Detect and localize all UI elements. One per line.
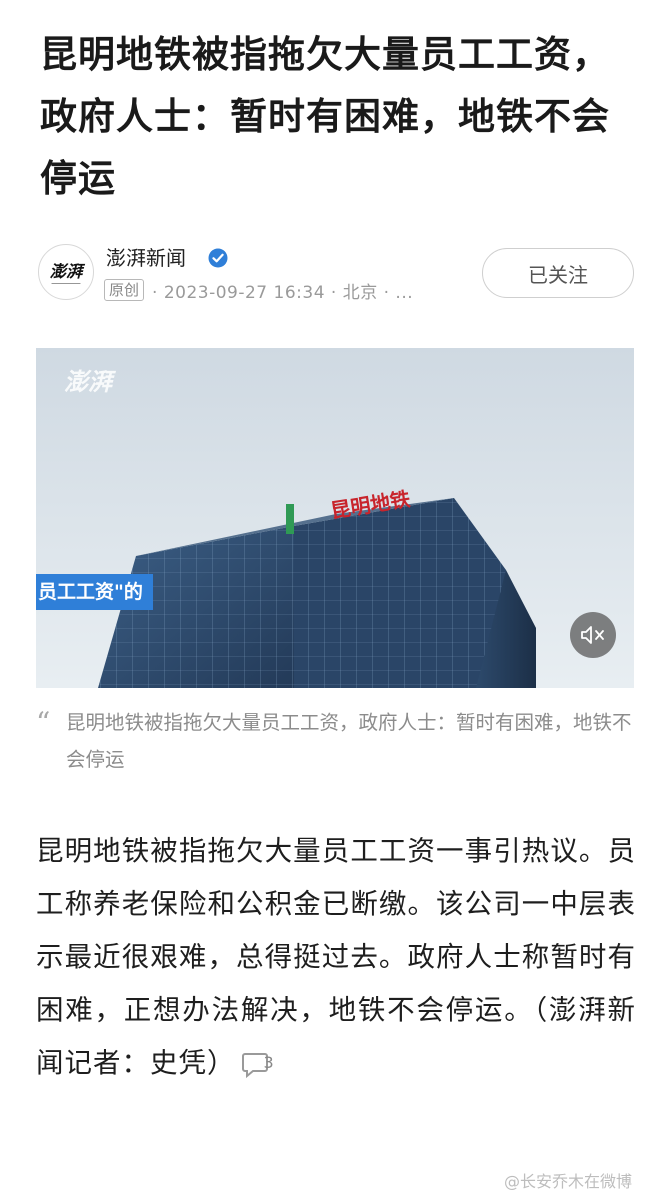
video-player[interactable]: 昆明地铁 澎湃 员工工资"的 — [36, 348, 634, 688]
article-body: 昆明地铁被指拖欠大量员工工资一事引热议。员工称养老保险和公积金已断缴。该公司一中… — [36, 825, 636, 1090]
original-badge: 原创 — [104, 279, 145, 301]
comment-count: 3 — [263, 1053, 274, 1072]
mute-icon — [581, 626, 604, 644]
video-frame: 昆明地铁 — [36, 348, 634, 688]
verified-check-icon — [208, 248, 228, 268]
follow-button[interactable]: 已关注 — [482, 248, 634, 298]
video-caption: “ 昆明地铁被指拖欠大量员工工资，政府人士：暂时有困难，地铁不会停运 — [36, 704, 636, 778]
source-name[interactable]: 澎湃新闻 — [106, 244, 186, 272]
weibo-watermark: @长安乔木在微博 — [504, 1172, 633, 1191]
comment-icon[interactable]: 3 — [240, 1046, 278, 1082]
svg-text:澎湃: 澎湃 — [50, 262, 86, 281]
video-watermark: 澎湃 — [64, 367, 112, 396]
quote-mark-icon: “ — [36, 706, 51, 739]
body-paragraph: 昆明地铁被指拖欠大量员工工资一事引热议。员工称养老保险和公积金已断缴。该公司一中… — [36, 835, 636, 1079]
article-meta: 原创 · 2023-09-27 16:34 · 北京 · ... — [104, 277, 413, 303]
video-overlay-label: 员工工资"的 — [36, 574, 153, 610]
mute-button[interactable] — [570, 612, 616, 658]
publish-meta: · 2023-09-27 16:34 · 北京 · ... — [152, 282, 414, 303]
thepaper-logo-icon: 澎湃 — [50, 262, 86, 284]
caption-text: 昆明地铁被指拖欠大量员工工资，政府人士：暂时有困难，地铁不会停运 — [66, 711, 632, 771]
avatar[interactable]: 澎湃 — [38, 244, 94, 300]
article-title: 昆明地铁被指拖欠大量员工工资，政府人士：暂时有困难，地铁不会停运 — [40, 33, 610, 200]
author-row: 澎湃 澎湃新闻 原创 · 2023-09-27 16:34 · 北京 · ...… — [38, 244, 638, 304]
